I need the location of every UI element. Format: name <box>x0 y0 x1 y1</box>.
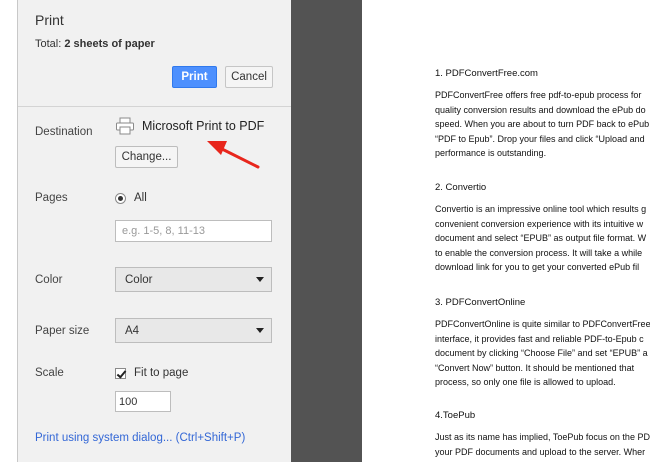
pages-all-radio[interactable] <box>115 193 126 204</box>
pages-range-input[interactable] <box>115 220 272 242</box>
doc-line: process, so only one file is allowed to … <box>435 377 616 387</box>
total-value: 2 sheets of paper <box>64 38 155 50</box>
color-select[interactable]: Color <box>115 267 272 292</box>
print-settings-panel: Print Total: 2 sheets of paper Print Can… <box>17 0 292 462</box>
system-dialog-link[interactable]: Print using system dialog... (Ctrl+Shift… <box>35 432 245 444</box>
doc-section-heading: 2. Convertio <box>435 182 487 193</box>
printer-icon <box>116 117 134 135</box>
doc-line: interface, it provides fast and reliable… <box>435 333 644 344</box>
fit-to-page-checkbox[interactable] <box>115 368 126 379</box>
doc-line: “Convert Now” button. It should be menti… <box>435 362 635 373</box>
fit-to-page-label: Fit to page <box>134 367 189 379</box>
doc-section: 4.ToePub Just as its name has implied, T… <box>435 410 650 459</box>
doc-line: Just as its name has implied, ToePub foc… <box>435 432 650 442</box>
change-destination-button[interactable]: Change... <box>115 146 178 168</box>
doc-section-heading: 4.ToePub <box>435 410 476 421</box>
doc-line: document and select “EPUB” as output fil… <box>435 233 647 243</box>
doc-line: to enable the conversion process. It wil… <box>435 247 643 258</box>
doc-line: document by clicking “Choose File” and s… <box>435 348 648 358</box>
doc-line: PDFConvertFree offers free pdf-to-epub p… <box>435 90 642 100</box>
color-label: Color <box>35 274 63 286</box>
print-title: Print <box>35 12 64 28</box>
paper-size-select[interactable]: A4 <box>115 318 272 343</box>
pages-label: Pages <box>35 192 68 204</box>
doc-section-heading: 3. PDFConvertOnline <box>435 297 526 308</box>
doc-line: performance is outstanding. <box>435 148 547 158</box>
doc-section-heading: 1. PDFConvertFree.com <box>435 68 538 79</box>
scale-label: Scale <box>35 367 64 379</box>
doc-section: 2. Convertio Convertio is an impressive … <box>435 182 650 275</box>
doc-line: quality conversion results and download … <box>435 104 646 115</box>
doc-line: speed. When you are about to turn PDF ba… <box>435 119 650 129</box>
color-select-value: Color <box>125 274 153 286</box>
total-prefix: Total: <box>35 38 65 50</box>
pages-all-label: All <box>134 192 147 204</box>
print-header: Print Total: 2 sheets of paper Print Can… <box>18 0 292 107</box>
chevron-down-icon <box>256 328 264 333</box>
paper-size-select-value: A4 <box>125 325 140 337</box>
print-button[interactable]: Print <box>172 66 217 88</box>
print-preview-area: 1. PDFConvertFree.com PDFConvertFree off… <box>291 0 650 462</box>
doc-line: your PDF documents and upload to the ser… <box>435 446 646 457</box>
doc-line: PDFConvertOnline is quite similar to PDF… <box>435 319 650 329</box>
scale-input[interactable] <box>115 391 171 412</box>
destination-printer-name: Microsoft Print to PDF <box>142 119 265 133</box>
doc-section: 1. PDFConvertFree.com PDFConvertFree off… <box>435 68 650 161</box>
total-sheets: Total: 2 sheets of paper <box>35 38 155 50</box>
chevron-down-icon <box>256 277 264 282</box>
preview-page: 1. PDFConvertFree.com PDFConvertFree off… <box>362 0 650 462</box>
doc-line: download link for you to get your conver… <box>435 262 640 272</box>
doc-line: “PDF to Epub”. Drop your files and click… <box>435 133 645 144</box>
cancel-button[interactable]: Cancel <box>225 66 273 88</box>
doc-section: 3. PDFConvertOnline PDFConvertOnline is … <box>435 297 650 390</box>
doc-line: convenient conversion experience with it… <box>435 218 644 229</box>
destination-label: Destination <box>35 126 93 138</box>
doc-line: Convertio is an impressive online tool w… <box>435 204 647 214</box>
paper-size-label: Paper size <box>35 325 90 337</box>
